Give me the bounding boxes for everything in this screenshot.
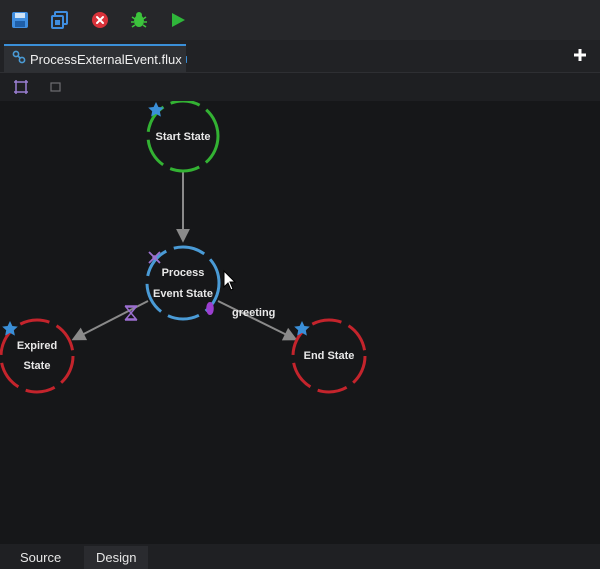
run-play-icon[interactable] — [166, 8, 190, 32]
main-toolbar — [0, 0, 600, 40]
select-box-icon[interactable] — [48, 79, 64, 95]
transition-label-greeting[interactable]: greeting — [232, 307, 275, 319]
tab-process-external-event[interactable]: ProcessExternalEvent.flux — [4, 44, 186, 72]
mouse-cursor-icon — [223, 269, 237, 291]
design-canvas[interactable]: greeting Start State Process Event State… — [0, 99, 600, 544]
event-marker-icon — [206, 302, 214, 315]
fit-to-frame-icon[interactable] — [13, 79, 29, 95]
state-expired-label-line1: Expired — [17, 340, 57, 352]
state-end-label: End State — [304, 350, 355, 362]
state-start-label: Start State — [155, 131, 210, 143]
add-tab-icon[interactable] — [572, 47, 588, 63]
tab-design[interactable]: Design — [84, 546, 149, 569]
design-toolbar — [0, 73, 600, 101]
state-process-label-line2: Event State — [153, 288, 213, 300]
flow-file-icon — [12, 50, 26, 69]
save-as-icon[interactable] — [48, 8, 72, 32]
bottom-tab-bar: Source Design — [0, 544, 600, 569]
tab-source[interactable]: Source — [8, 546, 73, 569]
stop-icon[interactable] — [88, 8, 112, 32]
save-icon[interactable] — [8, 8, 32, 32]
tab-label: ProcessExternalEvent.flux — [30, 51, 182, 67]
editor-tab-bar: ProcessExternalEvent.flux — [0, 40, 600, 73]
state-expired-label-line2: State — [24, 360, 51, 372]
state-process-label-line1: Process — [162, 267, 205, 279]
debug-bug-icon[interactable] — [127, 8, 151, 32]
